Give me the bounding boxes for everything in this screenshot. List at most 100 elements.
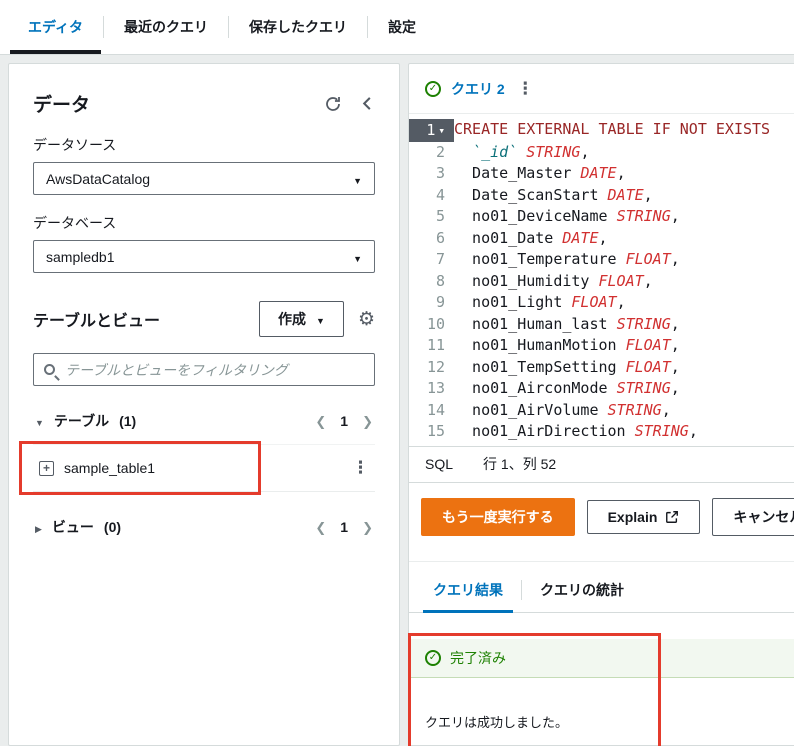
section-collapsed-icon[interactable] xyxy=(35,519,42,535)
gear-icon[interactable] xyxy=(358,308,375,331)
code-line[interactable]: 11 no01_HumanMotion FLOAT, xyxy=(409,335,794,357)
tables-section-header[interactable]: テーブル (1) ❮ 1 ❯ xyxy=(33,406,375,436)
code-line[interactable]: 1CREATE EXTERNAL TABLE IF NOT EXISTS xyxy=(409,119,794,142)
code-text: CREATE EXTERNAL TABLE IF NOT EXISTS xyxy=(454,119,770,142)
code-line[interactable]: 4 Date_ScanStart DATE, xyxy=(409,185,794,207)
table-filter-box xyxy=(33,353,375,386)
tab-saved-queries[interactable]: 保存したクエリ xyxy=(229,0,367,54)
code-line[interactable]: 15 no01_AirDirection STRING, xyxy=(409,421,794,443)
code-token: , xyxy=(670,379,680,397)
database-select[interactable]: sampledb1 xyxy=(33,240,375,273)
create-button-label: 作成 xyxy=(278,311,307,327)
editor-status-bar: SQL 行 1、列 52 xyxy=(409,445,794,483)
line-number: 11 xyxy=(426,336,445,354)
tab-recent-queries[interactable]: 最近のクエリ xyxy=(104,0,228,54)
collapse-panel-icon[interactable] xyxy=(360,96,375,111)
run-again-button[interactable]: もう一度実行する xyxy=(421,497,575,536)
code-lines: 1CREATE EXTERNAL TABLE IF NOT EXISTS2 `_… xyxy=(409,119,794,443)
views-section-count: (0) xyxy=(103,519,122,535)
code-token: , xyxy=(670,314,680,333)
page-next-icon[interactable]: ❯ xyxy=(362,415,373,428)
cancel-button[interactable]: キャンセル xyxy=(712,497,794,536)
code-token: STRING xyxy=(616,314,671,333)
datasource-select[interactable]: AwsDataCatalog xyxy=(33,162,375,195)
code-token: no01_Human_last xyxy=(454,314,617,333)
page-prev-icon[interactable]: ❮ xyxy=(315,521,326,534)
cursor-position: 行 1、列 52 xyxy=(483,456,557,472)
code-token: , xyxy=(580,142,590,161)
success-check-icon xyxy=(425,649,441,666)
code-token: no01_AirconMode xyxy=(454,379,617,397)
query-success-check-icon xyxy=(425,80,441,97)
query-tab-kebab-icon[interactable] xyxy=(517,79,534,99)
line-number: 13 xyxy=(426,379,445,397)
code-line[interactable]: 5 no01_DeviceName STRING, xyxy=(409,206,794,228)
athena-query-editor-window: エディタ 最近のクエリ 保存したクエリ 設定 データ データソース AwsDat… xyxy=(0,0,794,746)
sql-editor[interactable]: 1CREATE EXTERNAL TABLE IF NOT EXISTS2 `_… xyxy=(409,114,794,446)
code-line[interactable]: 12 no01_TempSetting FLOAT, xyxy=(409,357,794,379)
code-token: , xyxy=(688,422,698,440)
datasource-value: AwsDataCatalog xyxy=(46,170,151,187)
code-token: STRING xyxy=(616,207,671,225)
code-line[interactable]: 7 no01_Temperature FLOAT, xyxy=(409,249,794,271)
line-number: 10 xyxy=(426,314,445,333)
code-token: , xyxy=(598,228,608,247)
code-token: STRING xyxy=(634,422,689,440)
code-line[interactable]: 2 `_id` STRING, xyxy=(409,142,794,164)
section-expanded-icon[interactable] xyxy=(35,413,44,429)
code-text: no01_TempSetting FLOAT, xyxy=(454,357,680,379)
fold-arrow-icon[interactable] xyxy=(438,119,445,142)
editor-language: SQL xyxy=(425,456,454,472)
tables-section-label: テーブル xyxy=(53,413,110,429)
explain-button[interactable]: Explain xyxy=(586,499,701,534)
code-line[interactable]: 10 no01_Human_last STRING, xyxy=(409,314,794,336)
code-token: FLOAT xyxy=(625,336,671,354)
line-number: 4 xyxy=(435,185,445,204)
page-next-icon[interactable]: ❯ xyxy=(362,521,373,534)
line-number: 6 xyxy=(435,228,445,247)
tab-divider xyxy=(521,579,522,600)
table-row-sample-table1[interactable]: sample_table1 xyxy=(19,441,375,495)
code-line[interactable]: 3 Date_Master DATE, xyxy=(409,163,794,185)
code-token: FLOAT xyxy=(625,250,671,268)
refresh-icon[interactable] xyxy=(324,95,342,113)
code-token: STRING xyxy=(607,400,662,419)
code-line[interactable]: 13 no01_AirconMode STRING, xyxy=(409,378,794,400)
data-panel-title: データ xyxy=(33,95,91,116)
table-filter-input[interactable] xyxy=(63,360,364,379)
create-button[interactable]: 作成 xyxy=(259,301,344,337)
query-panel: クエリ 2 1CREATE EXTERNAL TABLE IF NOT EXIS… xyxy=(408,63,794,746)
page-prev-icon[interactable]: ❮ xyxy=(315,415,326,428)
code-token: DATE xyxy=(562,228,599,247)
code-token: FLOAT xyxy=(598,271,644,290)
search-icon xyxy=(44,364,55,375)
code-text: no01_DeviceName STRING, xyxy=(454,206,680,228)
tab-settings[interactable]: 設定 xyxy=(368,0,436,54)
table-actions-kebab-icon[interactable] xyxy=(352,458,369,478)
code-token: no01_DeviceName xyxy=(454,207,617,225)
code-line[interactable]: 8 no01_Humidity FLOAT, xyxy=(409,271,794,293)
tab-query-results[interactable]: クエリ結果 xyxy=(419,568,517,613)
tab-editor[interactable]: エディタ xyxy=(8,0,103,54)
tab-query-stats[interactable]: クエリの統計 xyxy=(526,568,638,612)
code-text: no01_Light FLOAT, xyxy=(454,292,626,314)
line-number: 3 xyxy=(435,164,445,182)
data-sidebar: データ データソース AwsDataCatalog データ xyxy=(8,63,400,746)
line-number: 15 xyxy=(426,422,445,440)
code-token: STRING xyxy=(616,379,671,397)
code-line[interactable]: 9 no01_Light FLOAT, xyxy=(409,292,794,314)
code-token: , xyxy=(670,207,680,225)
code-token: , xyxy=(670,336,680,354)
code-token: FLOAT xyxy=(571,293,617,311)
tables-page-number: 1 xyxy=(340,413,349,429)
expand-table-icon[interactable] xyxy=(39,460,54,476)
views-section-header[interactable]: ビュー (0) ❮ 1 ❯ xyxy=(33,512,375,542)
results-status-area: 完了済み クエリは成功しました。 xyxy=(408,632,794,746)
code-line[interactable]: 6 no01_Date DATE, xyxy=(409,228,794,250)
views-pagination: ❮ 1 ❯ xyxy=(315,519,373,535)
code-token: no01_Light xyxy=(454,293,572,311)
tables-pagination: ❮ 1 ❯ xyxy=(315,413,373,429)
code-line[interactable]: 14 no01_AirVolume STRING, xyxy=(409,400,794,422)
query-tab-label[interactable]: クエリ 2 xyxy=(451,79,505,99)
